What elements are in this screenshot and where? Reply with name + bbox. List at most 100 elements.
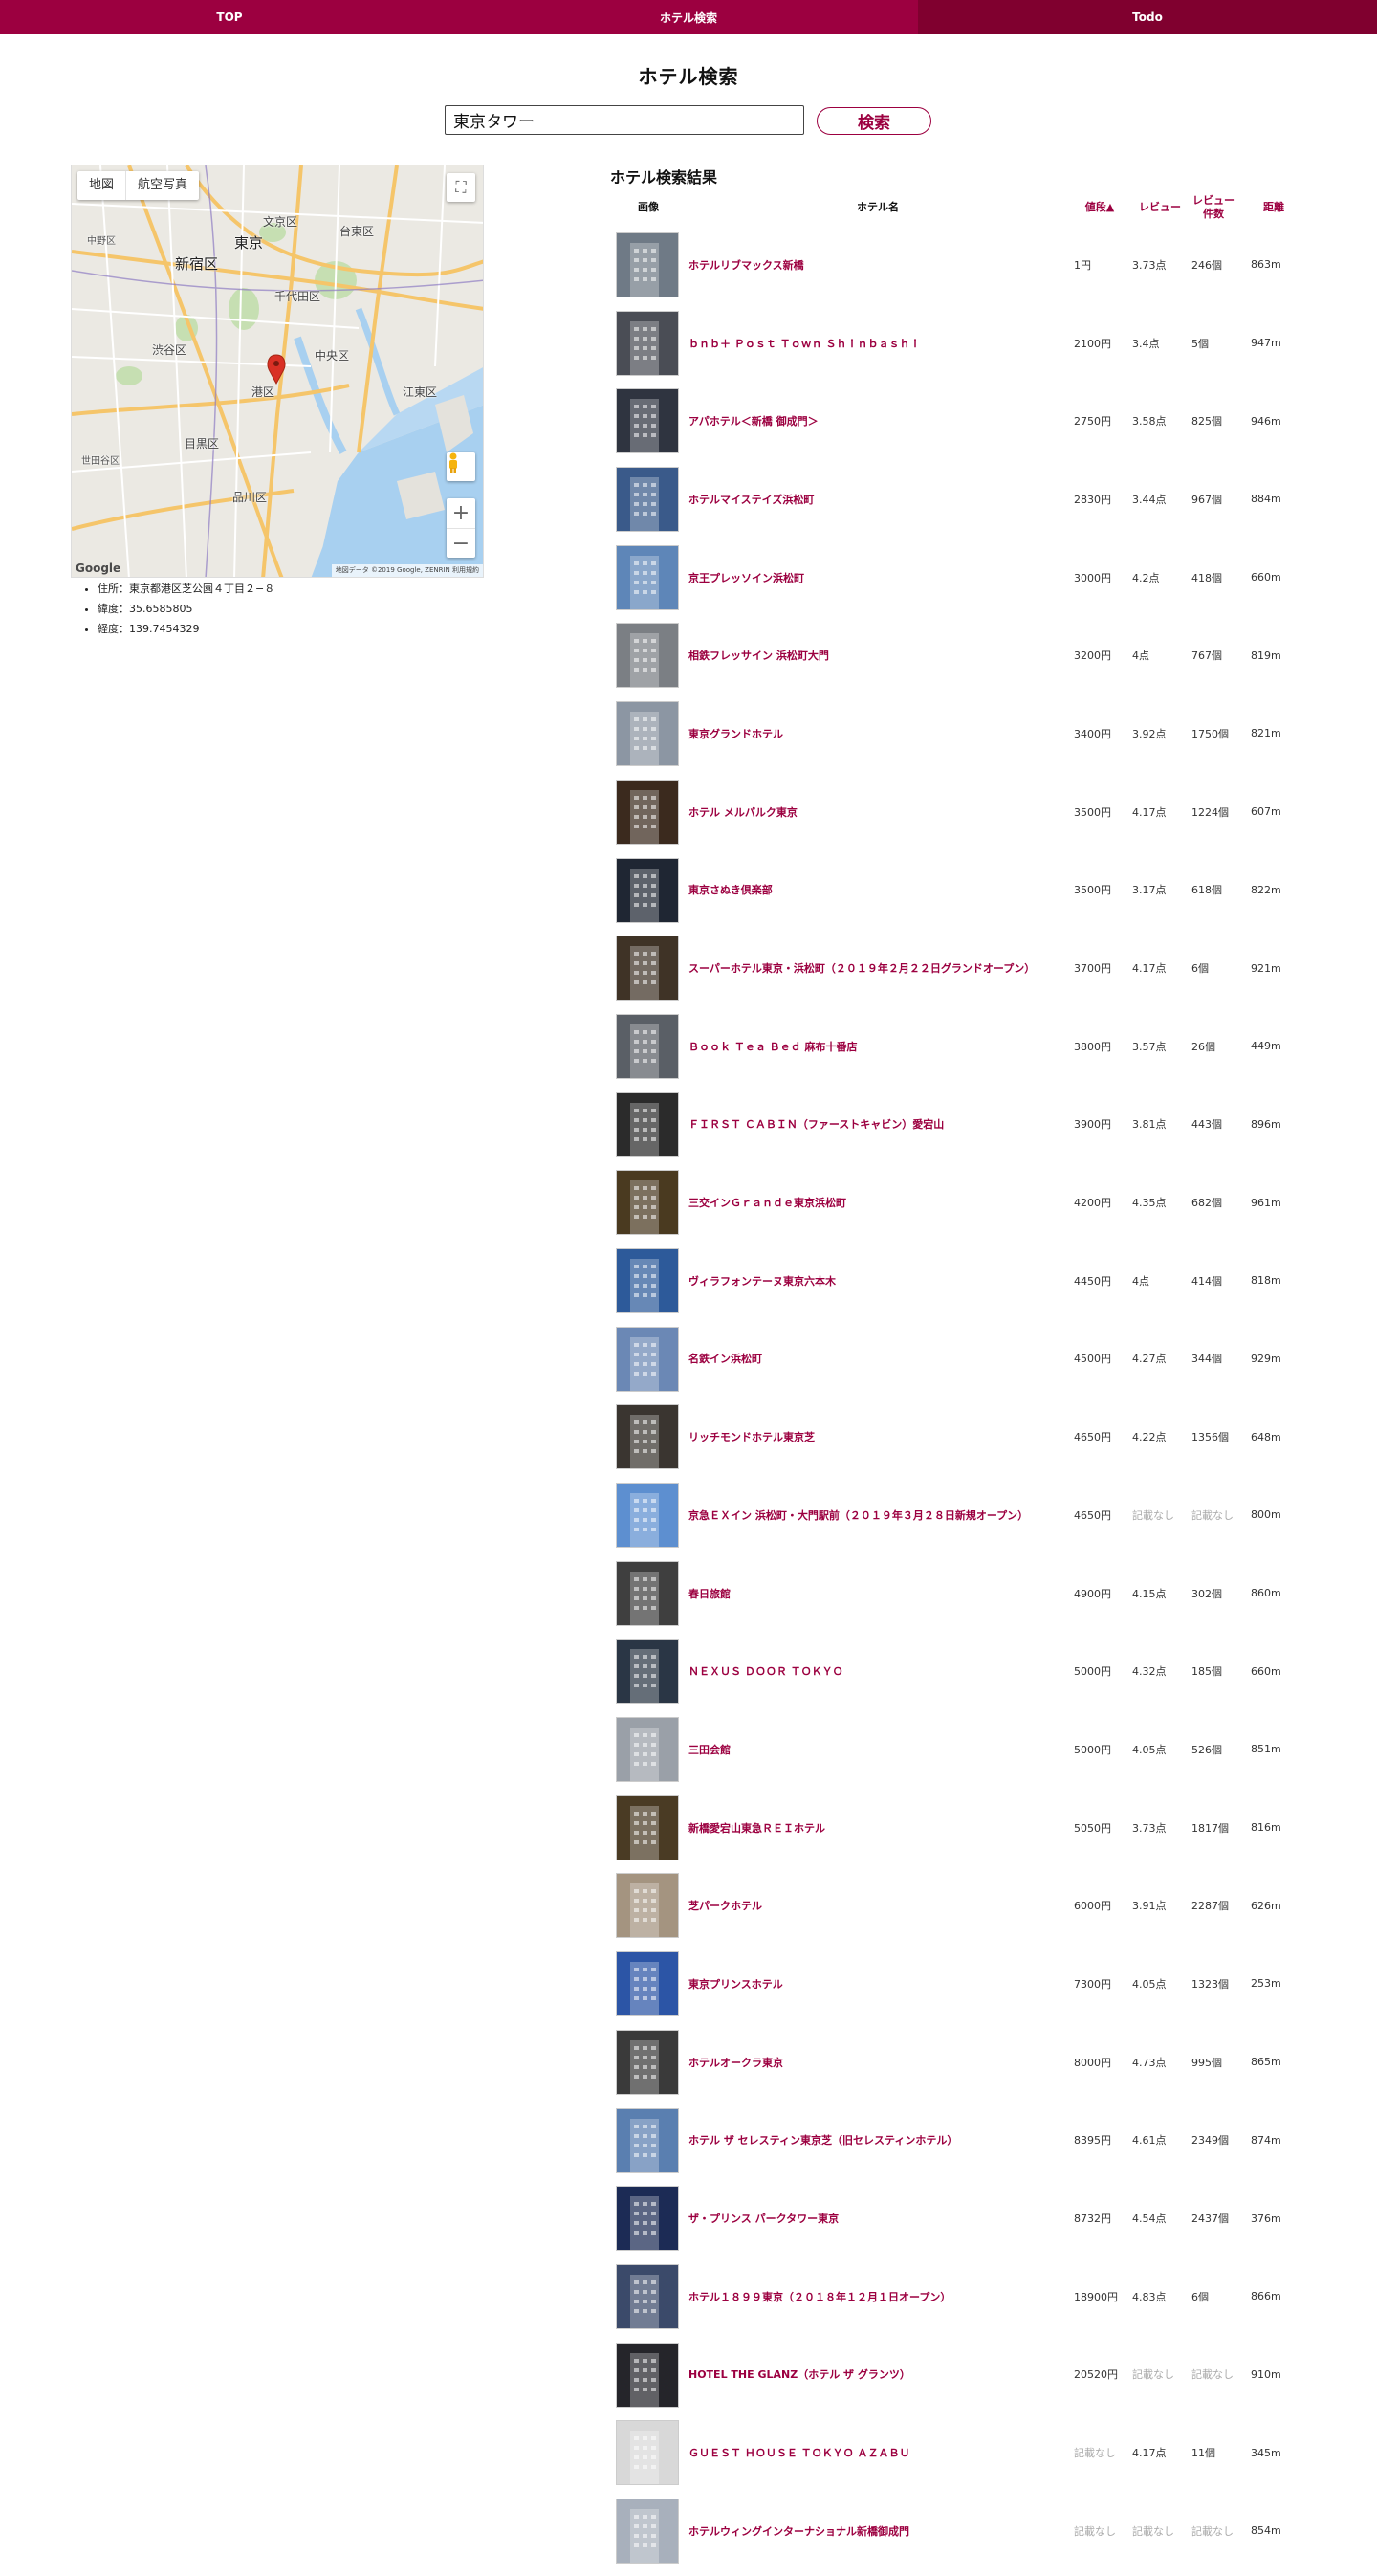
hotel-thumbnail[interactable] [616, 1951, 679, 2017]
map-attribution[interactable]: 地図データ ©2019 Google, ZENRIN 利用規約 [331, 564, 483, 577]
hotel-distance: 910m [1251, 2367, 1281, 2381]
hotel-name-link[interactable]: リッチモンドホテル東京芝 [688, 1398, 1071, 1476]
hotel-review-count: 1323個 [1191, 1977, 1229, 1991]
hotel-name-link[interactable]: 京急ＥＸイン 浜松町・大門駅前（２０１９年３月２８日新規オープン） [688, 1476, 1071, 1554]
header-review-count-sort[interactable]: レビュー件数 [1190, 191, 1237, 224]
fullscreen-icon[interactable]: ⛶ [447, 173, 475, 202]
latitude-text: 緯度：35.6585805 [98, 599, 274, 619]
hotel-name-link[interactable]: ホテルマイステイズ浜松町 [688, 460, 1071, 539]
zoom-in-button[interactable]: + [447, 498, 475, 528]
hotel-thumbnail[interactable] [616, 1326, 679, 1392]
hotel-thumbnail[interactable] [616, 1794, 679, 1860]
hotel-name-link[interactable]: 東京プリンスホテル [688, 1945, 1071, 2023]
hotel-price: 4450円 [1074, 1274, 1111, 1288]
hotel-thumbnail[interactable] [616, 310, 679, 376]
hotel-review: 4.61点 [1132, 2134, 1167, 2147]
hotel-thumbnail[interactable] [616, 1639, 679, 1705]
hotel-name-link[interactable]: ＧＵＥＳＴ ＨＯＵＳＥ ＴＯＫＹＯ ＡＺＡＢＵ [688, 2413, 1071, 2492]
tab-todo[interactable]: Todo [918, 0, 1377, 34]
hotel-name-link[interactable]: ホテル メルパルク東京 [688, 773, 1071, 851]
table-row: 東京グランドホテル 3400円 3.92点 1750個 821m [610, 694, 1299, 773]
hotel-name-link[interactable]: ＮＥＸＵＳ ＤＯＯＲ ＴＯＫＹＯ [688, 1632, 1071, 1710]
map-type-map-button[interactable]: 地図 [77, 171, 125, 200]
hotel-thumbnail[interactable] [616, 388, 679, 454]
header-price-sort[interactable]: 値段▲ [1069, 191, 1130, 224]
search-button[interactable]: 検索 [817, 107, 931, 135]
hotel-thumbnail[interactable] [616, 2498, 679, 2564]
hotel-thumbnail[interactable] [616, 701, 679, 767]
hotel-name-link[interactable]: ヴィラフォンテーヌ東京六本木 [688, 1242, 1071, 1320]
hotel-name-link[interactable]: 名鉄イン浜松町 [688, 1320, 1071, 1398]
hotel-thumbnail[interactable] [616, 936, 679, 1002]
table-row: 芝パークホテル 6000円 3.91点 2287個 626m [610, 1866, 1299, 1945]
hotel-name-link[interactable]: 新橋愛宕山東急ＲＥＩホテル [688, 1789, 1071, 1867]
tab-top[interactable]: TOP [0, 0, 459, 34]
header-name: ホテル名 [857, 201, 899, 214]
map-label: 東京 [234, 234, 264, 252]
map[interactable]: 中野区 文京区 台東区 新宿区 東京 千代田区 渋谷区 中央区 港区 江東区 目… [71, 165, 484, 578]
hotel-name-link[interactable]: ホテルウィングインターナショナル新橋御成門 [688, 2492, 1071, 2570]
search-input[interactable] [445, 105, 804, 135]
hotel-thumbnail[interactable] [616, 232, 679, 297]
hotel-name-link[interactable]: 相鉄フレッサイン 浜松町大門 [688, 616, 1071, 694]
hotel-thumbnail[interactable] [616, 1170, 679, 1236]
hotel-thumbnail[interactable] [616, 544, 679, 610]
hotel-name-link[interactable]: ホテル ザ セレスティン東京芝（旧セレスティンホテル） [688, 2102, 1071, 2180]
hotel-name-link[interactable]: HOTEL THE GLANZ（ホテル ザ グランツ） [688, 2336, 1071, 2414]
hotel-name-link[interactable]: 京王プレッソイン浜松町 [688, 539, 1071, 617]
hotel-review: 4.83点 [1132, 2290, 1167, 2303]
hotel-name-link[interactable]: 春日旅館 [688, 1554, 1071, 1633]
hotel-review-count: 767個 [1191, 650, 1222, 663]
hotel-thumbnail[interactable] [616, 1013, 679, 1079]
tab-hotel-search[interactable]: ホテル検索 [459, 0, 918, 34]
hotel-review: 記載なし [1132, 2368, 1174, 2382]
hotel-review: 4.22点 [1132, 1431, 1167, 1444]
hotel-price: 2750円 [1074, 415, 1111, 429]
hotel-thumbnail[interactable] [616, 779, 679, 845]
hotel-thumbnail[interactable] [616, 2263, 679, 2329]
hotel-thumbnail[interactable] [616, 1404, 679, 1470]
header-review-sort[interactable]: レビュー [1130, 191, 1190, 224]
hotel-name-link[interactable]: 東京グランドホテル [688, 694, 1071, 773]
hotel-review-count: 記載なし [1191, 2524, 1234, 2538]
hotel-thumbnail[interactable] [616, 2107, 679, 2173]
table-row: リッチモンドホテル東京芝 4650円 4.22点 1356個 648m [610, 1398, 1299, 1476]
hotel-thumbnail[interactable] [616, 1091, 679, 1157]
hotel-price: 8395円 [1074, 2134, 1111, 2147]
hotel-thumbnail[interactable] [616, 857, 679, 923]
hotel-name-link[interactable]: ホテルリブマックス新橋 [688, 226, 1071, 304]
hotel-name-link[interactable]: Ｂｏｏｋ Ｔｅａ Ｂｅｄ 麻布十番店 [688, 1007, 1071, 1086]
hotel-name-link[interactable]: ＦＩＲＳＴ ＣＡＢＩＮ（ファーストキャビン）愛宕山 [688, 1086, 1071, 1164]
hotel-name-link[interactable]: ｂｎｂ＋ Ｐｏｓｔ Ｔｏｗｎ Ｓｈｉｎｂａｓｈｉ [688, 304, 1071, 383]
hotel-name-link[interactable]: 三田会館 [688, 1710, 1071, 1789]
hotel-thumbnail[interactable] [616, 1873, 679, 1939]
hotel-name-link[interactable]: アパホテル＜新橋 御成門＞ [688, 382, 1071, 460]
zoom-out-button[interactable]: − [447, 528, 475, 558]
hotel-name-link[interactable]: 芝パークホテル [688, 1866, 1071, 1945]
hotel-thumbnail[interactable] [616, 467, 679, 533]
hotel-thumbnail[interactable] [616, 2186, 679, 2252]
hotel-thumbnail[interactable] [616, 623, 679, 689]
hotel-thumbnail[interactable] [616, 1247, 679, 1313]
hotel-name-link[interactable]: スーパーホテル東京・浜松町（２０１９年２月２２日グランドオープン） [688, 929, 1071, 1007]
hotel-price: 3900円 [1074, 1118, 1111, 1132]
table-row: 東京さぬき倶楽部 3500円 3.17点 618個 822m [610, 851, 1299, 930]
hotel-name-link[interactable]: ホテル１８９９東京（２０１８年１２月１日オープン） [688, 2257, 1071, 2336]
hotel-name-link[interactable]: 三交インＧｒａｎｄｅ東京浜松町 [688, 1163, 1071, 1242]
header-distance-sort[interactable]: 距離 [1249, 191, 1299, 224]
hotel-distance: 884m [1251, 493, 1281, 506]
map-label: 世田谷区 [81, 456, 120, 467]
hotel-price: 3500円 [1074, 884, 1111, 897]
hotel-thumbnail[interactable] [616, 2342, 679, 2408]
hotel-thumbnail[interactable] [616, 2420, 679, 2486]
map-type-satellite-button[interactable]: 航空写真 [125, 171, 199, 200]
hotel-thumbnail[interactable] [616, 2029, 679, 2095]
hotel-thumbnail[interactable] [616, 1483, 679, 1548]
hotel-distance: 660m [1251, 1664, 1281, 1678]
hotel-name-link[interactable]: ザ・プリンス パークタワー東京 [688, 2179, 1071, 2257]
hotel-thumbnail[interactable] [616, 1560, 679, 1626]
hotel-thumbnail[interactable] [616, 1717, 679, 1783]
hotel-name-link[interactable]: ホテルオークラ東京 [688, 2023, 1071, 2102]
hotel-name-link[interactable]: 東京さぬき倶楽部 [688, 851, 1071, 930]
pegman-icon[interactable] [447, 452, 475, 481]
